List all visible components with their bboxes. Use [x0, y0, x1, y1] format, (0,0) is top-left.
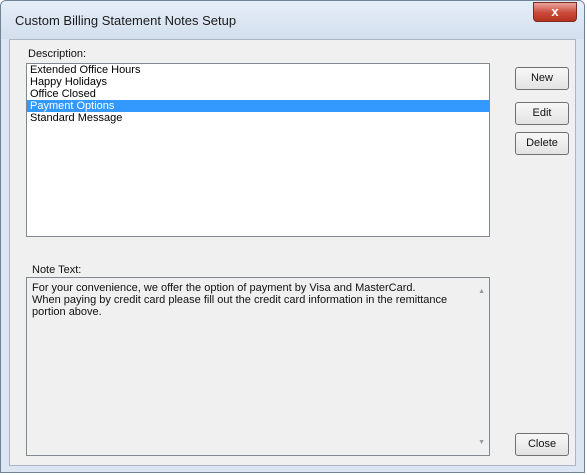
note-text-content: For your convenience, we offer the optio… [32, 282, 462, 318]
new-button[interactable]: New [515, 67, 569, 90]
list-item[interactable]: Standard Message [27, 112, 489, 124]
description-label: Description: [28, 48, 87, 60]
list-item[interactable]: Extended Office Hours [27, 64, 489, 76]
list-item[interactable]: Office Closed [27, 88, 489, 100]
window-title: Custom Billing Statement Notes Setup [15, 13, 237, 28]
close-icon: x [551, 4, 559, 19]
note-text-line: portion above. [32, 306, 102, 318]
edit-button[interactable]: Edit [515, 102, 569, 125]
close-button[interactable]: Close [515, 433, 569, 456]
note-text-line: For your convenience, we offer the optio… [32, 282, 416, 294]
description-listbox[interactable]: Extended Office Hours Happy Holidays Off… [26, 63, 490, 237]
window-close-button[interactable]: x [533, 2, 577, 22]
list-item[interactable]: Happy Holidays [27, 76, 489, 88]
scroll-down-arrow-icon[interactable]: ▼ [478, 439, 485, 447]
note-text-label: Note Text: [32, 264, 82, 276]
note-text-line: When paying by credit card please fill o… [32, 294, 448, 306]
note-text-area[interactable]: For your convenience, we offer the optio… [26, 277, 490, 456]
delete-button[interactable]: Delete [515, 132, 569, 155]
title-bar[interactable]: Custom Billing Statement Notes Setup x [1, 1, 584, 39]
list-item-selected[interactable]: Payment Options [27, 100, 489, 112]
scroll-up-arrow-icon[interactable]: ▲ [478, 288, 485, 296]
dialog-window: Custom Billing Statement Notes Setup x D… [0, 0, 585, 473]
